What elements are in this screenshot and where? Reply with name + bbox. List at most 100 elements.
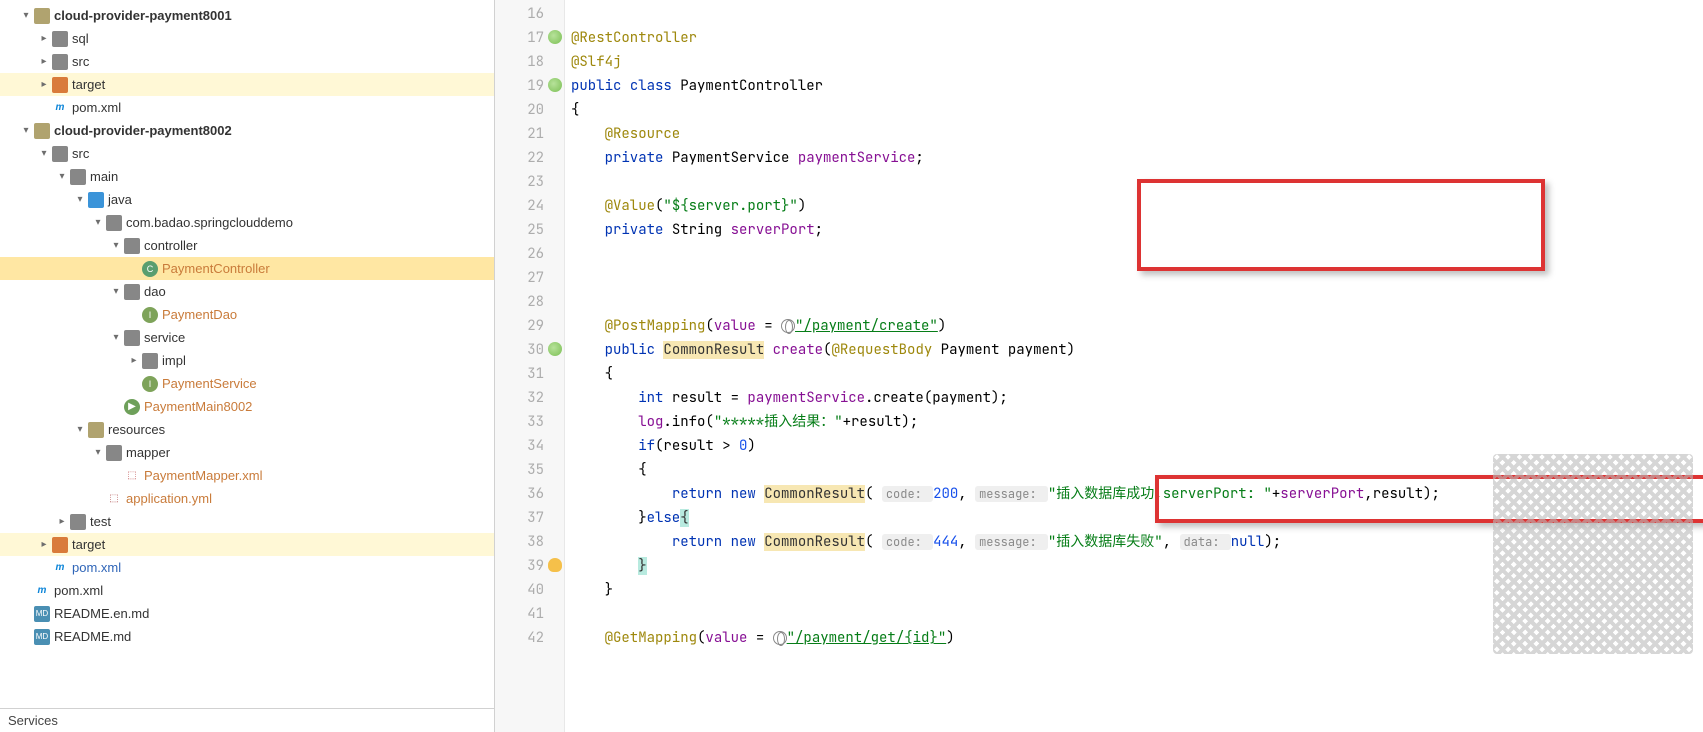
tree-item[interactable]: IPaymentService bbox=[0, 372, 494, 395]
chevron-icon[interactable]: ▾ bbox=[18, 125, 34, 136]
code-line[interactable]: @RestController bbox=[571, 26, 1703, 50]
code-line[interactable] bbox=[571, 2, 1703, 26]
tree-item[interactable]: ▾ cloud-provider-payment8002 bbox=[0, 119, 494, 142]
tree-item[interactable]: MDREADME.en.md bbox=[0, 602, 494, 625]
md-icon: MD bbox=[34, 606, 50, 622]
fold-icon bbox=[52, 146, 68, 162]
code-line[interactable]: @PostMapping(value = "/payment/create") bbox=[571, 314, 1703, 338]
tree-label: target bbox=[72, 77, 105, 92]
services-tab[interactable]: Services bbox=[0, 708, 494, 732]
tree-item[interactable]: mpom.xml bbox=[0, 96, 494, 119]
code-line[interactable]: public CommonResult create(@RequestBody … bbox=[571, 338, 1703, 362]
code-line[interactable]: { bbox=[571, 362, 1703, 386]
chevron-icon[interactable]: ▾ bbox=[54, 171, 70, 182]
tree-item[interactable]: CPaymentController bbox=[0, 257, 494, 280]
tree-item[interactable]: ▾ service bbox=[0, 326, 494, 349]
lightbulb-icon[interactable] bbox=[548, 558, 562, 572]
chevron-icon[interactable]: ▾ bbox=[108, 240, 124, 251]
tree-label: service bbox=[144, 330, 185, 345]
chevron-icon[interactable]: ▸ bbox=[36, 539, 52, 550]
tree-item[interactable]: ▸src bbox=[0, 50, 494, 73]
tree-item[interactable]: ▸ target bbox=[0, 73, 494, 96]
chevron-icon[interactable]: ▾ bbox=[90, 447, 106, 458]
tree-item[interactable]: mpom.xml bbox=[0, 556, 494, 579]
code-line[interactable]: @Slf4j bbox=[571, 50, 1703, 74]
tree-item[interactable]: ▾controller bbox=[0, 234, 494, 257]
line-number: 19 bbox=[495, 74, 564, 98]
tree-item[interactable]: ▾resources bbox=[0, 418, 494, 441]
tree-item[interactable]: MDREADME.md bbox=[0, 625, 494, 648]
tree-item[interactable]: ▶PaymentMain8002 bbox=[0, 395, 494, 418]
fold-icon bbox=[106, 215, 122, 231]
chevron-icon[interactable]: ▾ bbox=[72, 194, 88, 205]
tree-item[interactable]: ⬚PaymentMapper.xml bbox=[0, 464, 494, 487]
chevron-icon[interactable]: ▾ bbox=[108, 286, 124, 297]
tree-item[interactable]: mpom.xml bbox=[0, 579, 494, 602]
tree-item[interactable]: ▾com.badao.springclouddemo bbox=[0, 211, 494, 234]
code-line[interactable] bbox=[571, 266, 1703, 290]
tree-item[interactable]: ▾ mapper bbox=[0, 441, 494, 464]
line-number: 37 bbox=[495, 506, 564, 530]
tree-item[interactable]: ▾src bbox=[0, 142, 494, 165]
code-line[interactable]: public class PaymentController bbox=[571, 74, 1703, 98]
code-line[interactable]: private PaymentService paymentService; bbox=[571, 146, 1703, 170]
chevron-icon[interactable]: ▸ bbox=[36, 79, 52, 90]
tree-label: pom.xml bbox=[72, 560, 121, 575]
code-line[interactable]: int result = paymentService.create(payme… bbox=[571, 386, 1703, 410]
tree-item[interactable]: ▸test bbox=[0, 510, 494, 533]
chevron-icon[interactable]: ▾ bbox=[72, 424, 88, 435]
chevron-icon[interactable]: ▾ bbox=[108, 332, 124, 343]
tree-item[interactable]: ▸target bbox=[0, 533, 494, 556]
code-line[interactable] bbox=[571, 170, 1703, 194]
chevron-icon[interactable]: ▸ bbox=[36, 56, 52, 67]
mvn-icon: m bbox=[34, 583, 50, 599]
tree-label: PaymentDao bbox=[162, 307, 237, 322]
chevron-icon[interactable]: ▾ bbox=[18, 10, 34, 21]
code-line[interactable]: log.info("*****插入结果："+result); bbox=[571, 410, 1703, 434]
tree-label: cloud-provider-payment8002 bbox=[54, 123, 232, 138]
code-area[interactable]: @RestController@Slf4jpublic class Paymen… bbox=[565, 0, 1703, 732]
tree-label: cloud-provider-payment8001 bbox=[54, 8, 232, 23]
tree-label: dao bbox=[144, 284, 166, 299]
code-line[interactable] bbox=[571, 242, 1703, 266]
line-number: 23 bbox=[495, 170, 564, 194]
code-line[interactable]: { bbox=[571, 98, 1703, 122]
gutter-run-icon[interactable] bbox=[548, 30, 562, 44]
tree-item[interactable]: ▸impl bbox=[0, 349, 494, 372]
tree-item[interactable]: ▾ cloud-provider-payment8001 bbox=[0, 4, 494, 27]
code-line[interactable] bbox=[571, 290, 1703, 314]
tree-item[interactable]: IPaymentDao bbox=[0, 303, 494, 326]
tree-label: main bbox=[90, 169, 118, 184]
gutter-run-icon[interactable] bbox=[548, 342, 562, 356]
code-line[interactable]: @Value("${server.port}") bbox=[571, 194, 1703, 218]
tree-label: mapper bbox=[126, 445, 170, 460]
tree-item[interactable]: ⬚application.yml bbox=[0, 487, 494, 510]
chevron-icon[interactable]: ▸ bbox=[54, 516, 70, 527]
project-tree-panel: ▾cloud-provider-payment8001▸sql▸src▸targ… bbox=[0, 0, 495, 732]
fold-icon bbox=[70, 514, 86, 530]
fold-icon bbox=[52, 31, 68, 47]
fold-src-icon bbox=[88, 192, 104, 208]
chevron-icon[interactable]: ▾ bbox=[36, 148, 52, 159]
line-number: 24 bbox=[495, 194, 564, 218]
tree-item[interactable]: ▸sql bbox=[0, 27, 494, 50]
line-number: 22 bbox=[495, 146, 564, 170]
tree-item[interactable]: ▾ main bbox=[0, 165, 494, 188]
line-number: 20 bbox=[495, 98, 564, 122]
xml-icon: ⬚ bbox=[124, 468, 140, 484]
code-line[interactable]: private String serverPort; bbox=[571, 218, 1703, 242]
code-editor[interactable]: 1617181920212223242526272829303132333435… bbox=[495, 0, 1703, 732]
fold-icon bbox=[124, 284, 140, 300]
line-number: 29 bbox=[495, 314, 564, 338]
line-number: 41 bbox=[495, 602, 564, 626]
tree-item[interactable]: ▾ dao bbox=[0, 280, 494, 303]
code-line[interactable]: @Resource bbox=[571, 122, 1703, 146]
chevron-icon[interactable]: ▸ bbox=[36, 33, 52, 44]
fold-icon bbox=[106, 445, 122, 461]
project-tree[interactable]: ▾cloud-provider-payment8001▸sql▸src▸targ… bbox=[0, 0, 494, 708]
chevron-icon[interactable]: ▾ bbox=[90, 217, 106, 228]
gutter-run-icon[interactable] bbox=[548, 78, 562, 92]
chevron-icon[interactable]: ▸ bbox=[126, 355, 142, 366]
tree-item[interactable]: ▾java bbox=[0, 188, 494, 211]
line-number: 42 bbox=[495, 626, 564, 650]
